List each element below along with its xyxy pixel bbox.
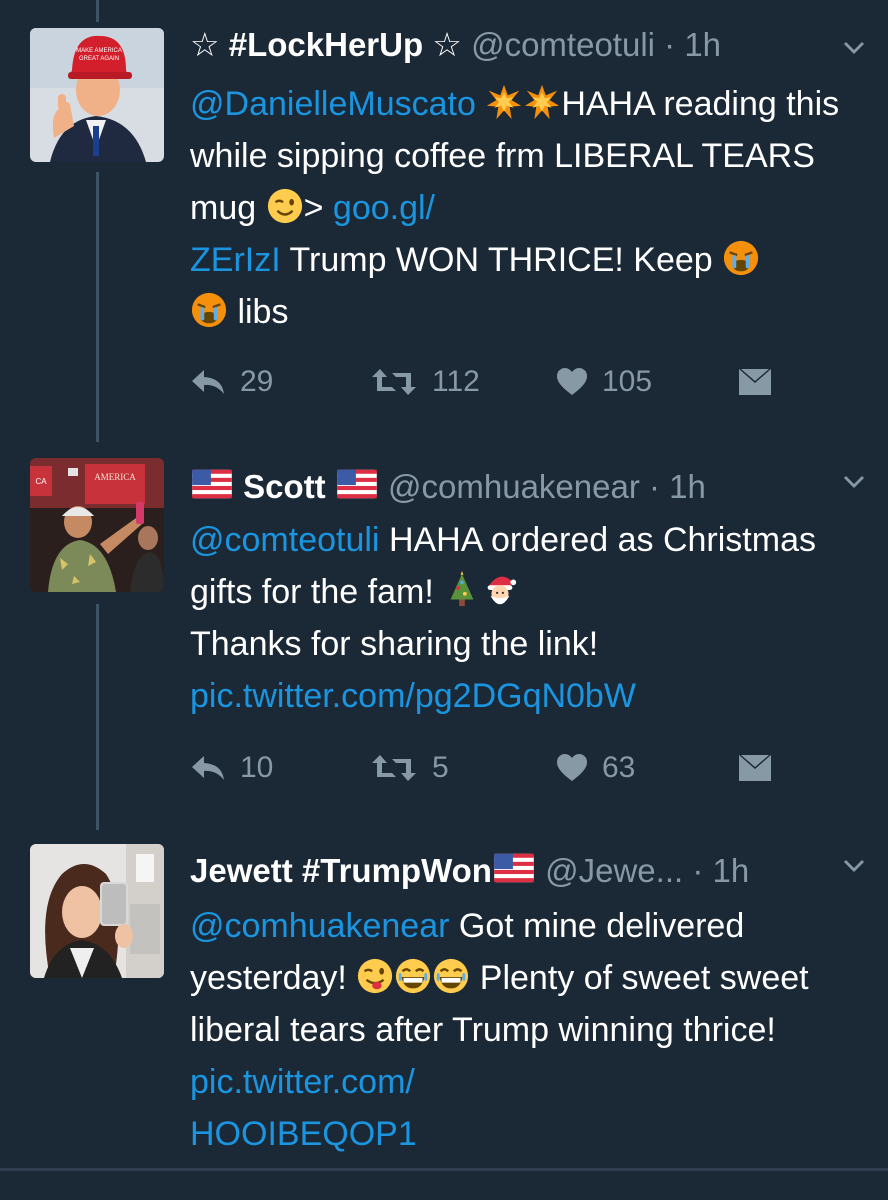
crying-emoji: [722, 239, 760, 277]
handle[interactable]: @comteotuli: [471, 26, 655, 63]
christmas-tree-emoji: [443, 571, 481, 609]
us-flag-emoji: [190, 462, 234, 506]
retweet-icon: [370, 367, 418, 397]
tweet-text-part: Trump WON THRICE! Keep: [289, 241, 713, 279]
display-name[interactable]: Scott: [243, 468, 326, 505]
svg-text:GREAT AGAIN: GREAT AGAIN: [79, 56, 119, 62]
santa-emoji: [481, 571, 519, 609]
reply-icon: [190, 367, 226, 397]
url-link[interactable]: pic.twitter.com/HOOIBEQOP1: [190, 1063, 417, 1153]
us-flag-emoji: [335, 462, 379, 506]
tweet[interactable]: AMERICA CA Scott @comhuakenear · 1h @com…: [0, 440, 888, 830]
retweet-button[interactable]: 5: [370, 748, 449, 788]
chevron-down-icon[interactable]: [842, 36, 866, 60]
mention-link[interactable]: @comhuakenear: [190, 907, 449, 945]
dm-button[interactable]: [738, 748, 786, 788]
reply-count: 29: [240, 365, 274, 398]
avatar[interactable]: MAKE AMERICA GREAT AGAIN: [30, 28, 164, 162]
dm-icon: [738, 368, 772, 396]
url-link-part[interactable]: HOOIBEQOP1: [190, 1115, 417, 1153]
svg-text:CA: CA: [35, 477, 47, 486]
retweet-button[interactable]: 112: [370, 362, 480, 402]
tweet-actions: 10 5 63: [190, 748, 790, 788]
tweet-text-part: >: [303, 189, 324, 227]
like-count: 105: [602, 365, 653, 398]
svg-text:MAKE AMERICA: MAKE AMERICA: [76, 48, 122, 54]
timestamp[interactable]: · 1h: [692, 852, 749, 889]
reply-button[interactable]: 29: [190, 362, 273, 402]
avatar[interactable]: AMERICA CA: [30, 458, 164, 592]
tweet-text: @DanielleMuscato HAHA reading this while…: [190, 78, 848, 338]
like-button[interactable]: 105: [556, 362, 652, 402]
tweet-text: @comhuakenear Got mine delivered yesterd…: [190, 900, 848, 1160]
mention-link[interactable]: @comteotuli: [190, 521, 379, 559]
timestamp[interactable]: · 1h: [664, 26, 721, 63]
timestamp[interactable]: · 1h: [649, 468, 706, 505]
like-count: 63: [602, 751, 636, 784]
url-link-part[interactable]: pic.twitter.com/: [190, 1063, 415, 1101]
mention-link[interactable]: @DanielleMuscato: [190, 85, 476, 123]
crying-emoji: [190, 291, 228, 329]
like-icon: [556, 753, 588, 783]
reply-count: 10: [240, 751, 274, 784]
grin-emoji: [394, 957, 432, 995]
display-name[interactable]: ☆ #LockHerUp ☆: [190, 26, 462, 63]
grin-emoji: [432, 957, 470, 995]
collision-emoji: [485, 83, 523, 121]
chevron-down-icon[interactable]: [842, 470, 866, 494]
tweet-actions: 29 112 105: [190, 362, 790, 402]
like-button[interactable]: 63: [556, 748, 635, 788]
divider: [0, 1168, 888, 1171]
tweet[interactable]: MAKE AMERICA GREAT AGAIN ☆ #LockHerUp ☆ …: [0, 0, 888, 430]
reply-button[interactable]: 10: [190, 748, 273, 788]
retweet-count: 112: [432, 365, 480, 398]
handle[interactable]: @Jewe...: [545, 852, 683, 889]
tweet-text-part: libs: [237, 293, 289, 331]
tweet-text: @comteotuli HAHA ordered as Christmas gi…: [190, 514, 848, 722]
tweet-header: Scott @comhuakenear · 1h: [190, 462, 798, 508]
url-link-part[interactable]: ZErIzI: [190, 241, 281, 279]
chevron-down-icon[interactable]: [842, 854, 866, 878]
collision-emoji: [523, 83, 561, 121]
retweet-icon: [370, 753, 418, 783]
tongue-wink-emoji: [356, 957, 394, 995]
avatar[interactable]: [30, 844, 164, 978]
tweet-header: Jewett #TrumpWon @Jewe... · 1h: [190, 846, 804, 892]
dm-icon: [738, 754, 772, 782]
display-name[interactable]: Jewett #TrumpWon: [190, 852, 492, 889]
tweet-header: ☆ #LockHerUp ☆ @comteotuli · 1h: [190, 24, 798, 66]
tweet-text-part: Thanks for sharing the link!: [190, 625, 599, 663]
url-link[interactable]: pic.twitter.com/pg2DGqN0bW: [190, 677, 636, 715]
dm-button[interactable]: [738, 362, 786, 402]
tweet[interactable]: Jewett #TrumpWon @Jewe... · 1h @comhuake…: [0, 830, 888, 1170]
svg-text:AMERICA: AMERICA: [94, 472, 136, 482]
reply-icon: [190, 753, 226, 783]
retweet-count: 5: [432, 751, 449, 784]
like-icon: [556, 367, 588, 397]
wink-emoji: [266, 187, 304, 225]
handle[interactable]: @comhuakenear: [388, 468, 640, 505]
url-link-part[interactable]: goo.gl/: [333, 189, 435, 227]
us-flag-emoji: [492, 846, 536, 890]
